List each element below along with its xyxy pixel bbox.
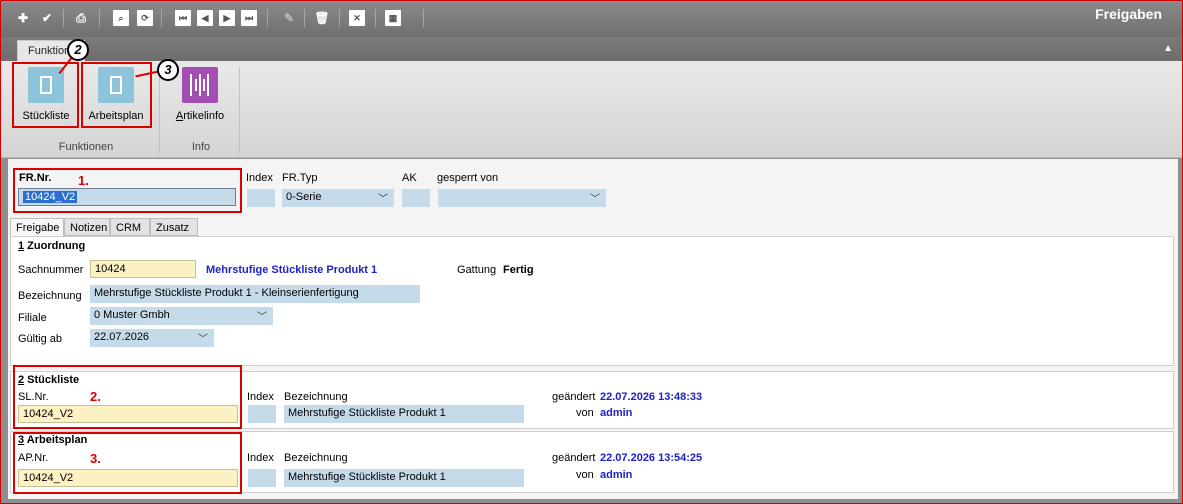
gattung-label: Gattung	[457, 264, 497, 276]
toolbar-separator	[423, 9, 424, 27]
collapse-ribbon-icon[interactable]: ▲	[1163, 43, 1173, 54]
index-input[interactable]	[247, 189, 275, 207]
sl-von-value: admin	[600, 407, 633, 419]
section-zuordnung: 1 Zuordnung Sachnummer 10424 Mehrstufige…	[10, 236, 1174, 366]
ap-geaendert-label: geändert	[552, 452, 596, 464]
toolbar-separator	[339, 9, 340, 27]
gueltig-ab-label: Gültig ab	[18, 333, 63, 345]
ak-input[interactable]	[402, 189, 430, 207]
first-record-icon[interactable]: ⏮	[175, 10, 191, 26]
fr-typ-select[interactable]: 0-Serie ﹀	[282, 189, 394, 207]
sl-index-label: Index	[247, 391, 274, 403]
ribbon-tab-row: Funktionen ▲	[1, 37, 1182, 61]
last-record-icon[interactable]: ⏭	[241, 10, 257, 26]
ap-bezeichnung-input[interactable]: Mehrstufige Stückliste Produkt 1	[284, 469, 524, 487]
sl-index-input[interactable]	[248, 405, 276, 423]
window-title: Freigaben	[1095, 6, 1162, 22]
cancel-icon[interactable]: ✕	[349, 10, 365, 26]
tab-crm[interactable]: CRM	[110, 218, 150, 236]
prev-record-icon[interactable]: ◀	[197, 10, 213, 26]
print-icon[interactable]: ⎙	[73, 10, 89, 26]
highlight-box-fr-nr	[13, 168, 242, 213]
bezeichnung-input[interactable]: Mehrstufige Stückliste Produkt 1 - Klein…	[90, 285, 420, 303]
chevron-down-icon: ﹀	[257, 312, 267, 323]
annotation-badge-3: 3	[157, 59, 179, 81]
gattung-value: Fertig	[503, 264, 534, 276]
next-record-icon[interactable]: ▶	[219, 10, 235, 26]
sachnummer-input[interactable]: 10424	[90, 260, 196, 278]
ap-index-input[interactable]	[248, 469, 276, 487]
tab-zusatz[interactable]: Zusatz	[150, 218, 198, 236]
sachnummer-label: Sachnummer	[18, 264, 84, 276]
chevron-down-icon: ﹀	[590, 194, 600, 205]
fr-typ-label: FR.Typ	[282, 172, 318, 184]
grid-icon[interactable]: ▦	[385, 10, 401, 26]
sl-geaendert-label: geändert	[552, 391, 596, 403]
delete-icon[interactable]: 🗑	[314, 10, 330, 26]
ribbon: Stückliste Arbeitsplan Artikelinfo Funkt…	[1, 61, 1182, 158]
ap-von-value: admin	[600, 469, 633, 481]
highlight-box-arbeitsplan	[81, 62, 152, 128]
chevron-down-icon: ﹀	[198, 334, 208, 345]
ribbon-group-separator	[159, 67, 160, 153]
gesperrt-von-label: gesperrt von	[437, 172, 499, 184]
application-window: ✚ ✔ ⎙ ⌕ ⟳ ⏮ ◀ ▶ ⏭ ✎ 🗑 ✕ ▦ Freigaben Funk…	[0, 0, 1183, 504]
info-bars-icon	[182, 67, 218, 103]
ap-index-label: Index	[247, 452, 274, 464]
artikelinfo-button-label: Artikelinfo	[175, 110, 225, 122]
toolbar-separator	[304, 9, 305, 27]
index-label: Index	[246, 172, 273, 184]
sl-bezeichnung-input[interactable]: Mehrstufige Stückliste Produkt 1	[284, 405, 524, 423]
ribbon-group-separator	[239, 67, 240, 153]
bezeichnung-label: Bezeichnung	[18, 290, 82, 302]
filiale-select[interactable]: 0 Muster Gmbh ﹀	[90, 307, 273, 325]
ap-geaendert-value: 22.07.2026 13:54:25	[600, 452, 703, 464]
highlight-box-stueckliste	[12, 62, 79, 128]
annotation-badge-2: 2	[67, 39, 89, 61]
section-title-zuordnung: 1 Zuordnung	[18, 240, 86, 252]
edit-icon[interactable]: ✎	[281, 10, 297, 26]
gueltig-ab-date[interactable]: 22.07.2026 ﹀	[90, 329, 214, 347]
sl-von-label: von	[576, 407, 594, 419]
artikelinfo-button[interactable]: Artikelinfo	[169, 67, 231, 122]
toolbar-separator	[99, 9, 100, 27]
sachnummer-description: Mehrstufige Stückliste Produkt 1	[206, 264, 378, 276]
refresh-icon[interactable]: ⟳	[137, 10, 153, 26]
search-icon[interactable]: ⌕	[113, 10, 129, 26]
ap-von-label: von	[576, 469, 594, 481]
sl-bezeichnung-label: Bezeichnung	[284, 391, 348, 403]
ap-bezeichnung-label: Bezeichnung	[284, 452, 348, 464]
highlight-box-arbeitsplan-section	[13, 432, 242, 494]
tab-notizen[interactable]: Notizen	[64, 218, 110, 236]
form-area: FR.Nr. 1. 10424_V2 Index FR.Typ 0-Serie ﹀…	[8, 159, 1178, 499]
filiale-label: Filiale	[18, 312, 47, 324]
group-label-funktionen: Funktionen	[58, 141, 114, 153]
toolbar-separator	[161, 9, 162, 27]
ak-label: AK	[402, 172, 417, 184]
main-toolbar: ✚ ✔ ⎙ ⌕ ⟳ ⏮ ◀ ▶ ⏭ ✎ 🗑 ✕ ▦ Freigaben	[1, 1, 1182, 37]
check-icon[interactable]: ✔	[39, 10, 55, 26]
gesperrt-von-select[interactable]: ﹀	[438, 189, 606, 207]
toolbar-separator	[63, 9, 64, 27]
new-icon[interactable]: ✚	[15, 10, 31, 26]
highlight-box-stueckliste-section	[13, 365, 242, 429]
tab-freigabe[interactable]: Freigabe	[10, 218, 64, 237]
chevron-down-icon: ﹀	[378, 194, 388, 205]
toolbar-separator	[375, 9, 376, 27]
toolbar-separator	[267, 9, 268, 27]
sl-geaendert-value: 22.07.2026 13:48:33	[600, 391, 703, 403]
group-label-info: Info	[191, 141, 211, 153]
